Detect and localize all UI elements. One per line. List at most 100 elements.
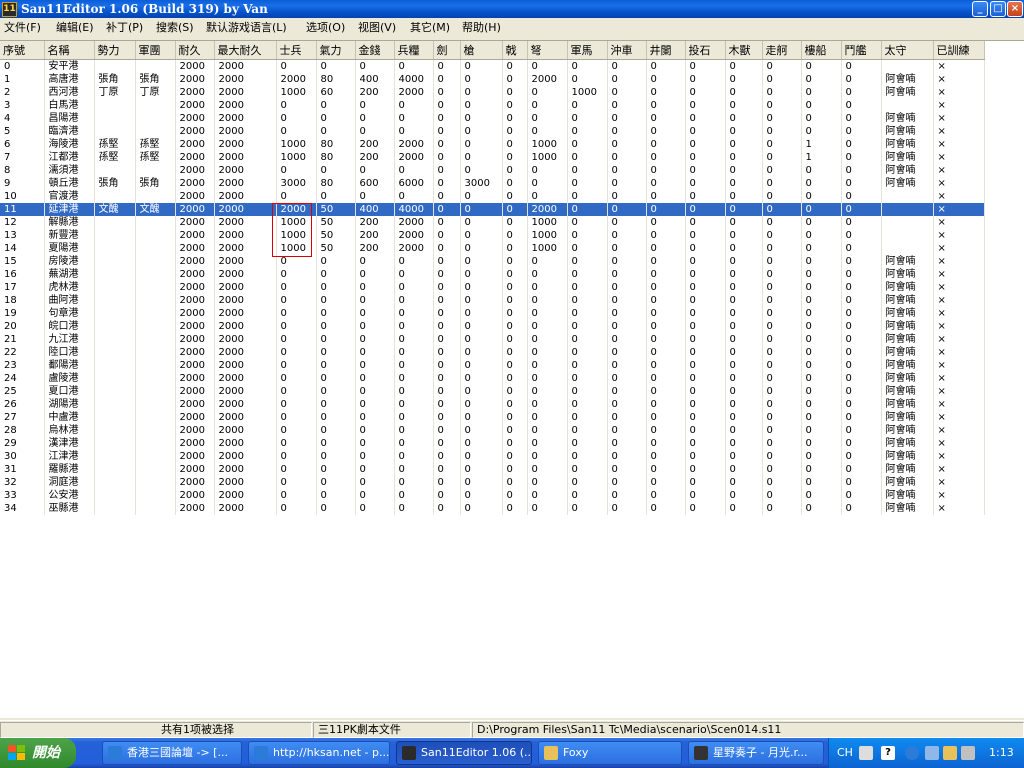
table-cell[interactable]: 200: [355, 215, 395, 229]
table-cell[interactable]: 0: [355, 462, 395, 476]
table-cell[interactable]: 0: [607, 267, 647, 281]
table-cell[interactable]: 0: [841, 150, 882, 164]
table-cell[interactable]: 2000: [175, 488, 215, 502]
table-cell[interactable]: [135, 371, 176, 385]
table-cell[interactable]: 0: [646, 436, 686, 450]
table-cell[interactable]: 阿會喃: [881, 111, 934, 125]
table-cell[interactable]: ×: [933, 72, 985, 86]
table-cell[interactable]: 2000: [175, 111, 215, 125]
table-cell[interactable]: [135, 436, 176, 450]
table-cell[interactable]: 0: [841, 358, 882, 372]
table-cell[interactable]: 2000: [214, 319, 277, 333]
table-cell[interactable]: 2000: [214, 384, 277, 398]
table-cell[interactable]: 2000: [214, 306, 277, 320]
table-cell[interactable]: [94, 189, 136, 203]
table-cell[interactable]: 0: [276, 98, 317, 112]
table-cell[interactable]: 0: [433, 254, 461, 268]
column-header[interactable]: 投石: [685, 41, 726, 60]
table-cell[interactable]: [881, 241, 934, 255]
table-cell[interactable]: 0: [646, 85, 686, 99]
table-cell[interactable]: 0: [502, 241, 528, 255]
data-grid-area[interactable]: 序號 名稱 勢力 軍團 耐久 最大耐久 士兵 氣力 金錢 兵糧劍槍戟弩軍馬 沖車 井闌 投石 木獸 走舸 樓船…: [0, 40, 1024, 718]
minimize-button[interactable]: _: [972, 1, 988, 17]
table-cell[interactable]: 0: [433, 332, 461, 346]
table-cell[interactable]: 0: [725, 254, 763, 268]
table-cell[interactable]: 濡須港: [44, 163, 95, 177]
table-cell[interactable]: 2000: [394, 228, 434, 242]
table-cell[interactable]: 0: [502, 176, 528, 190]
table-cell[interactable]: 0: [567, 202, 608, 216]
table-cell[interactable]: 0: [567, 137, 608, 151]
table-cell[interactable]: [94, 397, 136, 411]
table-cell[interactable]: 0: [801, 345, 842, 359]
table-cell[interactable]: 1000: [527, 241, 568, 255]
table-cell[interactable]: 0: [316, 345, 356, 359]
table-cell[interactable]: 2000: [175, 189, 215, 203]
table-cell[interactable]: 0: [762, 59, 802, 73]
table-cell[interactable]: [135, 397, 176, 411]
table-cell[interactable]: 0: [801, 423, 842, 437]
table-cell[interactable]: 0: [394, 189, 434, 203]
table-cell[interactable]: 0: [762, 358, 802, 372]
table-cell[interactable]: 0: [725, 98, 763, 112]
table-cell[interactable]: 0: [433, 241, 461, 255]
table-cell[interactable]: 2000: [175, 410, 215, 424]
table-cell[interactable]: 0: [646, 293, 686, 307]
table-cell[interactable]: 0: [502, 319, 528, 333]
table-cell[interactable]: 0: [801, 501, 842, 515]
table-cell[interactable]: [135, 384, 176, 398]
table-cell[interactable]: 0: [607, 280, 647, 294]
table-cell[interactable]: [135, 462, 176, 476]
back-arrow-icon[interactable]: [905, 746, 919, 760]
table-cell[interactable]: 0: [276, 449, 317, 463]
table-cell[interactable]: 0: [433, 449, 461, 463]
table-cell[interactable]: 烏林港: [44, 423, 95, 437]
table-cell[interactable]: 巫縣港: [44, 501, 95, 515]
table-cell[interactable]: 2000: [214, 111, 277, 125]
table-cell[interactable]: 0: [567, 423, 608, 437]
table-cell[interactable]: 孫堅: [135, 137, 176, 151]
table-cell[interactable]: 0: [276, 319, 317, 333]
table-cell[interactable]: 0: [607, 176, 647, 190]
table-cell[interactable]: 0: [502, 267, 528, 281]
table-cell[interactable]: ×: [933, 267, 985, 281]
table-cell[interactable]: 0: [394, 449, 434, 463]
table-cell[interactable]: 0: [527, 449, 568, 463]
table-cell[interactable]: 0: [276, 59, 317, 73]
table-cell[interactable]: 2000: [175, 85, 215, 99]
table-cell[interactable]: 臨濟港: [44, 124, 95, 138]
table-row[interactable]: 17 虎林港 2000 2000 0 0 0 0 0 0 0 0 0 0 0 0 0 0 0 0 阿會喃 ×: [0, 280, 985, 294]
table-cell[interactable]: 2000: [214, 202, 277, 216]
table-cell[interactable]: 0: [685, 163, 726, 177]
table-cell[interactable]: 0: [841, 176, 882, 190]
table-cell[interactable]: 0: [685, 462, 726, 476]
table-cell[interactable]: 0: [394, 124, 434, 138]
table-cell[interactable]: 2: [0, 85, 45, 99]
table-cell[interactable]: 0: [527, 319, 568, 333]
table-cell[interactable]: 80: [316, 137, 356, 151]
table-cell[interactable]: [94, 345, 136, 359]
table-row[interactable]: 14 夏陽港 2000 2000 1000 50 200 2000 0 0 0 1000 0 0 0 0 0 0 0…: [0, 241, 985, 255]
table-cell[interactable]: 0: [801, 241, 842, 255]
security-icon[interactable]: [943, 746, 957, 760]
table-cell[interactable]: 2000: [214, 475, 277, 489]
table-cell[interactable]: 0: [527, 163, 568, 177]
table-cell[interactable]: 0: [527, 254, 568, 268]
table-cell[interactable]: 0: [394, 254, 434, 268]
table-cell[interactable]: ×: [933, 345, 985, 359]
table-cell[interactable]: 0: [433, 319, 461, 333]
table-cell[interactable]: 0: [841, 475, 882, 489]
table-cell[interactable]: 0: [801, 410, 842, 424]
table-cell[interactable]: [94, 436, 136, 450]
table-cell[interactable]: 夏口港: [44, 384, 95, 398]
column-header[interactable]: 井闌: [646, 41, 686, 60]
table-cell[interactable]: 30: [0, 449, 45, 463]
table-cell[interactable]: 2000: [175, 137, 215, 151]
table-cell[interactable]: 安平港: [44, 59, 95, 73]
table-cell[interactable]: 200: [355, 85, 395, 99]
table-cell[interactable]: ×: [933, 215, 985, 229]
table-cell[interactable]: [881, 202, 934, 216]
table-cell[interactable]: 0: [725, 267, 763, 281]
table-cell[interactable]: 0: [567, 371, 608, 385]
table-cell[interactable]: 0: [685, 85, 726, 99]
